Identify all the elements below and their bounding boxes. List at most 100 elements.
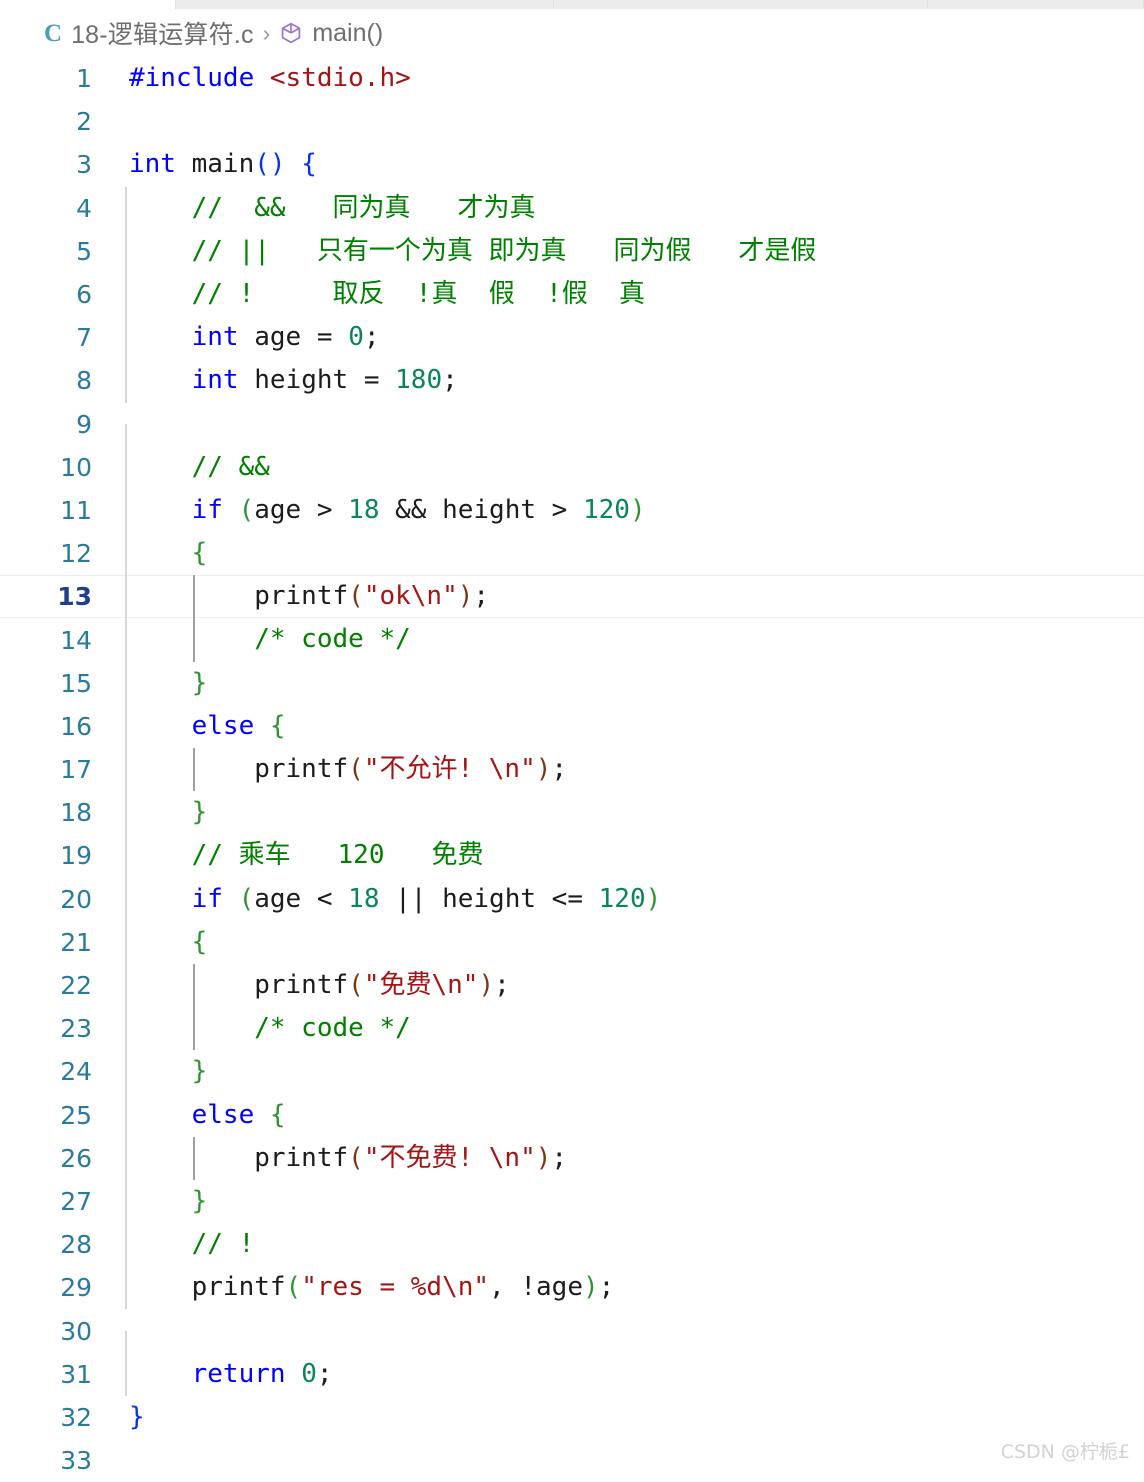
code-token: || height <=: [379, 883, 599, 914]
code-line-text: return 0;: [98, 1352, 1144, 1396]
indent-guide: [193, 748, 195, 792]
code-line-text: }: [98, 661, 1144, 705]
code-line[interactable]: 19 // 乘车 120 免费: [0, 834, 1144, 878]
editor-tab[interactable]: [176, 0, 555, 9]
code-line[interactable]: 33: [0, 1439, 1144, 1482]
code-token: else: [191, 710, 255, 741]
line-number: 26: [60, 1143, 92, 1173]
code-line-text: printf("不免费! \n");: [98, 1136, 1144, 1180]
line-number: 1: [76, 64, 92, 94]
line-number: 6: [76, 280, 92, 310]
line-number: 14: [60, 625, 92, 655]
code-token: if: [191, 883, 223, 914]
c-file-icon: C: [44, 19, 63, 47]
code-token: =: [316, 322, 333, 353]
indent-guide: [125, 1266, 127, 1310]
editor-tab[interactable]: [0, 0, 177, 9]
indent-guide: [125, 963, 127, 1008]
code-token: printf: [129, 754, 349, 784]
code-line[interactable]: 26 printf("不免费! \n");: [0, 1136, 1144, 1180]
code-line[interactable]: 22 printf("免费\n");: [0, 963, 1144, 1008]
code-line[interactable]: 18 }: [0, 791, 1144, 835]
code-token: (: [348, 581, 364, 612]
line-number: 18: [60, 798, 92, 828]
code-token: (: [238, 883, 255, 914]
editor-tab-strip[interactable]: [0, 0, 1144, 9]
code-line[interactable]: 24 }: [0, 1050, 1144, 1094]
line-number: 30: [60, 1316, 92, 1346]
editor-tab[interactable]: [554, 0, 929, 9]
indent-guide: [125, 575, 127, 619]
cube-symbol-icon: [279, 21, 303, 45]
indent-guide: [193, 575, 195, 619]
code-editor[interactable]: 1 #include <stdio.h> 2 3 int main() {4 // &&…: [0, 57, 1144, 1478]
breadcrumb-file[interactable]: C 18-逻辑运算符.c: [44, 15, 254, 51]
code-line[interactable]: 1 #include <stdio.h>: [0, 57, 1144, 100]
line-number: 10: [60, 452, 92, 482]
code-line[interactable]: 6 // ! 取反 !真 假 !假 真: [0, 272, 1144, 317]
code-line[interactable]: 25 else {: [0, 1093, 1144, 1137]
code-line[interactable]: 13 printf("ok\n");: [0, 575, 1144, 619]
code-token: "ok\n": [363, 581, 458, 612]
code-line[interactable]: 20 if (age < 18 || height <= 120): [0, 877, 1144, 921]
code-line[interactable]: 32}: [0, 1396, 1144, 1439]
line-number: 7: [76, 323, 92, 353]
code-line[interactable]: 15 }: [0, 661, 1144, 705]
code-token: /* code */: [129, 1013, 411, 1044]
code-token: <stdio.h>: [269, 63, 411, 93]
code-line[interactable]: 31 return 0;: [0, 1352, 1144, 1396]
code-line[interactable]: 21 {: [0, 920, 1144, 964]
code-line[interactable]: 16 else {: [0, 704, 1144, 748]
code-line[interactable]: 4 // && 同为真 才为真: [0, 186, 1144, 230]
indent-guide: [125, 1179, 127, 1224]
code-line[interactable]: 3 int main() {: [0, 143, 1144, 186]
code-line[interactable]: 17 printf("不允许! \n");: [0, 748, 1144, 792]
line-number: 13: [57, 582, 92, 612]
code-token: ): [535, 1142, 552, 1173]
indent-guide: [125, 1223, 127, 1267]
code-line[interactable]: 27 }: [0, 1179, 1144, 1224]
code-line[interactable]: 9: [0, 403, 1144, 468]
code-line[interactable]: 2: [0, 100, 1144, 143]
code-line-text: int main() {: [98, 143, 1144, 186]
line-number: 9: [76, 409, 92, 439]
code-line-text: {: [98, 920, 1144, 964]
code-line[interactable]: 14 /* code */: [0, 618, 1144, 662]
code-line[interactable]: 28 // !: [0, 1223, 1144, 1267]
code-token: return: [191, 1358, 286, 1389]
line-number: 21: [60, 927, 92, 957]
code-token: ;: [494, 969, 510, 1000]
editor-tab[interactable]: [928, 0, 1144, 9]
code-line-text: /* code */: [98, 618, 1144, 662]
code-token: age: [238, 322, 317, 353]
code-line[interactable]: 11 if (age > 18 && height > 120): [0, 488, 1144, 533]
code-token: }: [191, 1056, 208, 1087]
code-line-text: // 乘车 120 免费: [98, 834, 1144, 878]
code-line[interactable]: 12 {: [0, 532, 1144, 576]
code-line[interactable]: 5 // || 只有一个为真 即为真 同为假 才是假: [0, 229, 1144, 273]
indent-guide: [125, 532, 127, 576]
code-line[interactable]: 23 /* code */: [0, 1007, 1144, 1051]
line-number: 32: [60, 1402, 92, 1432]
code-token: ;: [442, 365, 458, 396]
code-line[interactable]: 10 // &&: [0, 445, 1144, 489]
code-line[interactable]: 7 int age = 0;: [0, 316, 1144, 360]
line-number: 16: [60, 711, 92, 741]
code-line[interactable]: 8 int height = 180;: [0, 359, 1144, 403]
code-token: 120: [598, 883, 646, 914]
code-line[interactable]: 30: [0, 1309, 1144, 1375]
code-line[interactable]: 29 printf("res = %d\n", !age);: [0, 1266, 1144, 1310]
breadcrumb-symbol[interactable]: main(): [279, 19, 383, 48]
code-line-text: int age = 0;: [98, 316, 1144, 360]
